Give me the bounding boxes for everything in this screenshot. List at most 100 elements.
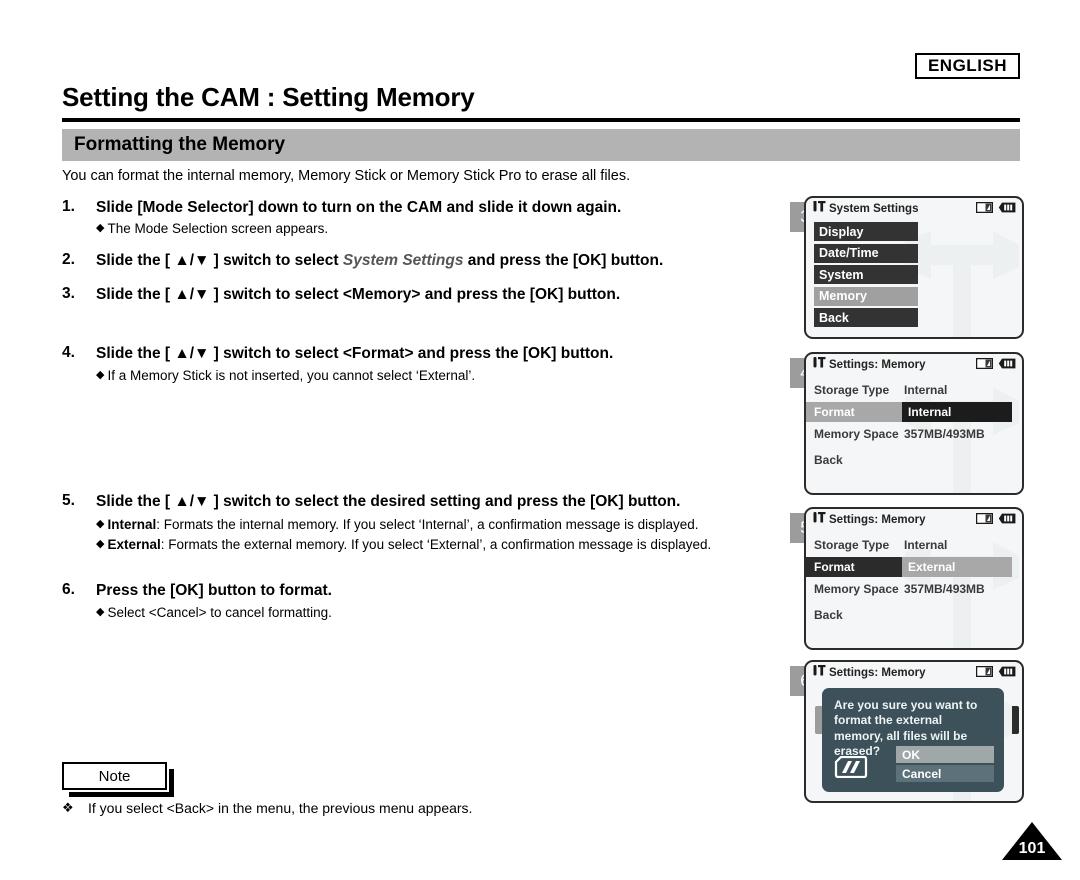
step-2: 2. Slide the [ ▲/▼ ] switch to select Sy… [62,251,792,271]
row-memory-space[interactable]: Memory Space 357MB/493MB [806,579,1022,599]
step-5-number: 5. [62,492,75,510]
note-body: ❖ If you select <Back> in the menu, the … [62,800,472,816]
diamond-bullet-icon: ◆ [96,606,105,619]
row-storage-type[interactable]: Storage Type Internal [806,380,1022,400]
panel-4-titlebar: Settings: Memory [806,354,1022,376]
row-back[interactable]: Back [806,605,1022,625]
manual-page: ENGLISH Setting the CAM : Setting Memory… [0,0,1080,880]
step-2-text-emphasis: System Settings [342,252,464,270]
step-1-text: Slide [Mode Selector] down to turn on th… [96,199,622,216]
memory-stick-icon [834,755,868,783]
row-label: Back [814,453,843,467]
step-4: 4. Slide the [ ▲/▼ ] switch to select <F… [62,344,792,384]
step-4-sub: ◆ If a Memory Stick is not inserted, you… [96,367,792,385]
confirm-dialog-buttons: OK Cancel [896,746,994,784]
panel-3-status-icons [975,200,1016,218]
page-title: Setting the CAM : Setting Memory [62,82,475,112]
dialog-left-tab [815,706,822,734]
instruction-steps: 1. Slide [Mode Selector] down to turn on… [62,198,792,622]
panel-3-lcd: System Settings Display Date/Time System… [804,196,1024,339]
battery-icon [998,664,1016,682]
step-2-text: Slide the [ ▲/▼ ] switch to select Syste… [96,251,663,271]
row-value: 357MB/493MB [904,582,985,596]
row-format[interactable]: Format Internal [806,402,1022,422]
row-label: Storage Type [814,538,890,552]
battery-icon [998,200,1016,218]
step-4-number: 4. [62,344,75,362]
panel-4-settings-rows: Storage Type Internal Format Internal Me… [806,376,1022,470]
panel-5-title: Settings: Memory [829,514,926,526]
step-5-detail-internal-text: Internal: Formats the internal memory. I… [107,516,792,534]
step-4-sub-text: If a Memory Stick is not inserted, you c… [107,367,476,383]
tool-icon [813,664,826,682]
panel-5-lcd: Settings: Memory Storage Type Internal F… [804,507,1024,650]
menu-item-memory[interactable]: Memory [814,286,918,306]
row-storage-type[interactable]: Storage Type Internal [806,535,1022,555]
panel-4-status-icons [975,356,1016,374]
menu-item-label: Back [819,310,849,325]
step-6-text: Press the [OK] button to format. [96,582,332,600]
diamond-bullet-icon: ◆ [96,518,105,531]
tool-icon [813,511,826,529]
row-value: Internal [904,383,948,397]
step-5-detail-external-desc: : Formats the external memory. If you se… [160,536,712,552]
intro-text: You can format the internal memory, Memo… [62,168,631,184]
panel-3-title: System Settings [829,203,919,215]
battery-icon [998,511,1016,529]
step-4-text: Slide the [ ▲/▼ ] switch to select <Form… [96,345,614,363]
panel-3-titlebar: System Settings [806,198,1022,220]
panel-3-menu-list: Display Date/Time System Memory Back [806,220,1022,327]
dialog-right-tab [1012,706,1019,734]
tool-icon [813,356,826,374]
step-3-text: Slide the [ ▲/▼ ] switch to select <Memo… [96,286,621,304]
diamond-bullet-icon: ◆ [96,221,105,234]
menu-item-label: Display [819,224,864,239]
language-badge: ENGLISH [915,53,1020,79]
note-text: If you select <Back> in the menu, the pr… [88,800,473,816]
row-format[interactable]: Format External [806,557,1022,577]
row-back[interactable]: Back [806,450,1022,470]
step-2-text-after: and press the [OK] button. [463,252,664,270]
row-memory-space[interactable]: Memory Space 357MB/493MB [806,424,1022,444]
title-divider [62,118,1020,122]
media-card-icon [975,664,994,682]
panel-6-status-icons [975,664,1016,682]
step-3: 3. Slide the [ ▲/▼ ] switch to select <M… [62,285,792,305]
row-label: Back [814,608,843,622]
step-2-number: 2. [62,251,75,269]
menu-item-date-time[interactable]: Date/Time [814,243,918,263]
row-label: Format [806,557,902,577]
menu-item-back[interactable]: Back [814,308,918,327]
note-label: Note [98,767,131,785]
row-label: Storage Type [814,383,890,397]
step-1: 1. Slide [Mode Selector] down to turn on… [62,198,792,237]
menu-item-display[interactable]: Display [814,222,918,241]
confirm-dialog-footer: OK Cancel [834,746,994,784]
step-1-number: 1. [62,198,75,215]
step-6-sub: ◆ Select <Cancel> to cancel formatting. [96,604,792,622]
row-value: External [902,557,1012,577]
panel-4-lcd: Settings: Memory Storage Type Internal F… [804,352,1024,495]
panel-6-title: Settings: Memory [829,667,926,679]
menu-item-label: System [819,267,864,282]
menu-item-system[interactable]: System [814,265,918,284]
confirm-dialog: Are you sure you want to format the exte… [822,688,1004,792]
panel-5-titlebar: Settings: Memory [806,509,1022,531]
page-number: 101 [1018,840,1046,857]
media-card-icon [975,356,994,374]
row-value: 357MB/493MB [904,427,985,441]
panel-5-status-icons [975,511,1016,529]
diamond-bullet-icon: ◆ [96,537,105,550]
panel-6-titlebar: Settings: Memory [806,662,1022,684]
row-label: Memory Space [814,582,899,596]
section-heading-label: Formatting the Memory [74,134,286,155]
dialog-ok-button[interactable]: OK [896,746,994,763]
page-number-marker: 101 [1002,822,1062,860]
step-6-sub-text: Select <Cancel> to cancel formatting. [107,605,332,621]
step-6: 6. Press the [OK] button to format. ◆ Se… [62,581,792,621]
step-5-detail-external: ◆ External: Formats the external memory.… [96,536,792,554]
panel-4-title: Settings: Memory [829,359,926,371]
row-label: Format [806,402,902,422]
menu-item-label: Memory [819,289,867,303]
dialog-cancel-button[interactable]: Cancel [896,765,994,782]
